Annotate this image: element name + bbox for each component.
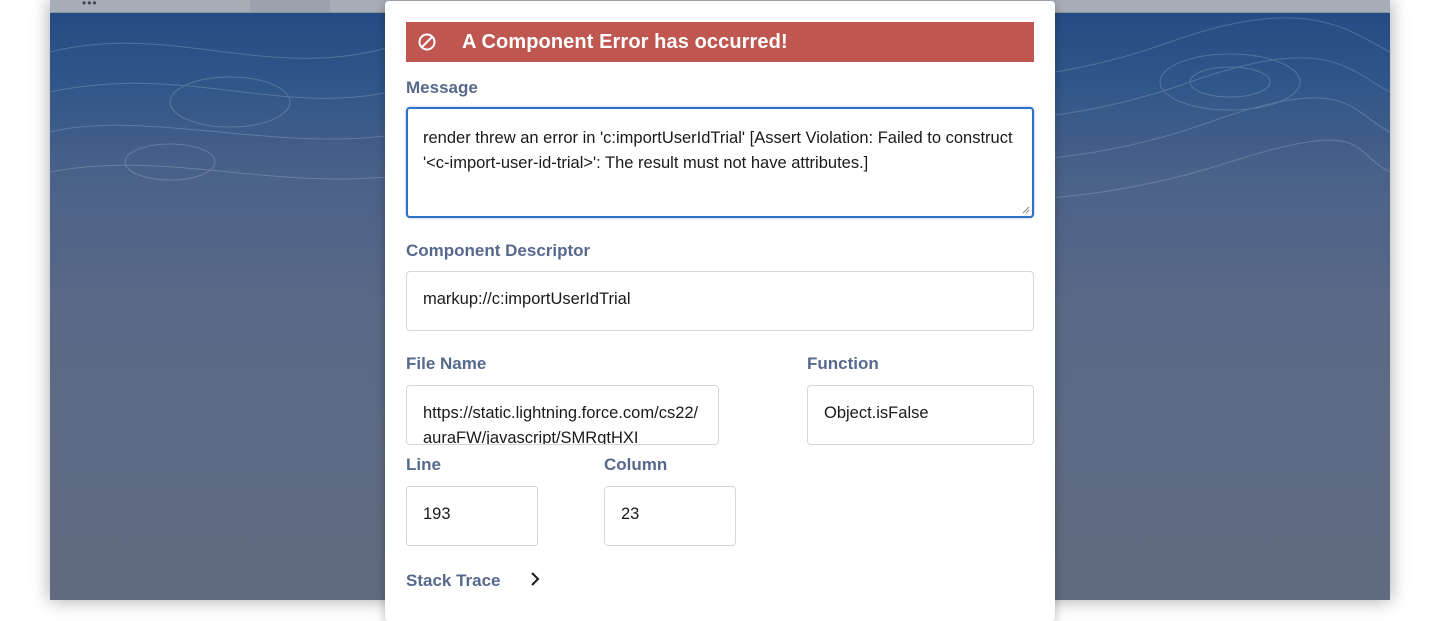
column-field[interactable]: 23 [604, 486, 736, 546]
chevron-right-icon[interactable] [528, 569, 542, 589]
line-label: Line [406, 455, 441, 474]
line-field[interactable]: 193 [406, 486, 538, 546]
message-text: render threw an error in 'c:importUserId… [423, 129, 1013, 172]
error-modal: A Component Error has occurred! Message … [385, 1, 1055, 621]
file-name-label: File Name [406, 354, 487, 373]
column-label: Column [604, 455, 668, 474]
active-nav-tab[interactable] [250, 0, 330, 12]
function-field[interactable]: Object.isFalse [807, 385, 1034, 445]
message-textarea[interactable]: render threw an error in 'c:importUserId… [406, 107, 1034, 218]
file-name-field[interactable]: https://static.lightning.force.com/cs22/… [406, 385, 719, 445]
message-label: Message [406, 78, 478, 97]
error-banner: A Component Error has occurred! [406, 22, 1034, 62]
resize-grip-icon[interactable] [1022, 206, 1030, 214]
stack-trace-toggle[interactable]: Stack Trace [406, 571, 501, 591]
function-label: Function [807, 354, 879, 373]
component-descriptor-field[interactable]: markup://c:importUserIdTrial [406, 271, 1034, 331]
ban-icon [418, 33, 436, 51]
component-descriptor-label: Component Descriptor [406, 241, 591, 260]
app-launcher-icon[interactable]: ••• [82, 0, 98, 10]
error-title: A Component Error has occurred! [462, 30, 788, 53]
